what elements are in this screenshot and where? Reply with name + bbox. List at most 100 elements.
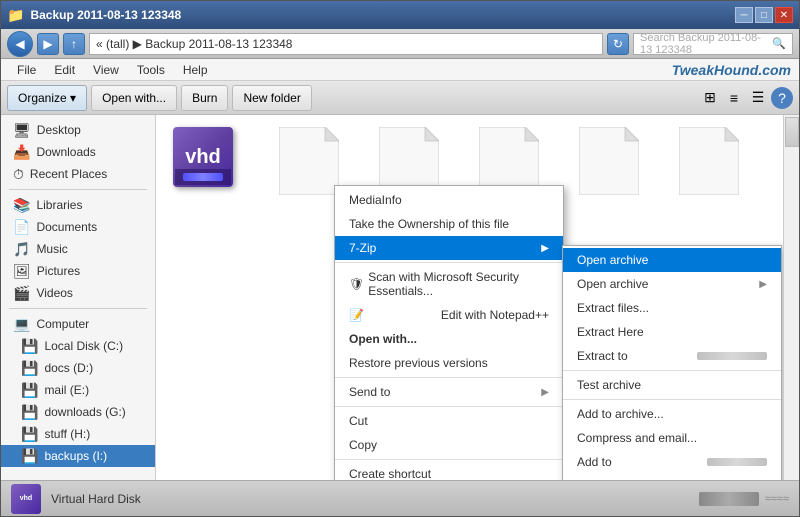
view-tiles-icon[interactable]: ⊞ [699,87,721,109]
menu-file[interactable]: File [9,61,44,79]
new-folder-button[interactable]: New folder [232,85,311,111]
search-box[interactable]: Search Backup 2011-08-13 123348 🔍 [633,33,793,55]
submenu-add-to-archive[interactable]: Add to archive... [563,402,781,426]
computer-section: 💻 Computer 💾 Local Disk (C:) 💾 docs (D:)… [1,313,155,467]
file-icon-svg-6 [679,127,739,195]
submenu-test-archive[interactable]: Test archive [563,373,781,397]
file-view: vhd [156,115,783,480]
desktop-icon: 🖥 [13,122,31,139]
sidebar-item-pictures[interactable]: 🖼 Pictures [1,260,155,282]
menu-help[interactable]: Help [175,61,216,79]
submenu-divider-2 [563,399,781,400]
ctx-openwith[interactable]: Open with... [335,327,563,351]
burn-button[interactable]: Burn [181,85,228,111]
context-menu: MediaInfo Take the Ownership of this fil… [334,185,564,480]
file-icon-svg-2 [279,127,339,195]
sidebar-label-downloads-g: downloads (G:) [44,405,125,419]
minimize-button[interactable]: ─ [735,7,753,23]
sidebar-item-videos[interactable]: 🎬 Videos [1,282,155,304]
submenu-open-archive-2[interactable]: Open archive ▶ [563,272,781,296]
view-details-icon[interactable]: ☰ [747,87,769,109]
sidebar-item-downloads-g[interactable]: 💾 downloads (G:) [1,401,155,423]
toolbar: Organize ▾ Open with... Burn New folder … [1,81,799,115]
maximize-button[interactable]: □ [755,7,773,23]
backups-icon: 💾 [21,448,38,465]
sidebar-item-computer[interactable]: 💻 Computer [1,313,155,335]
sidebar-item-stuff[interactable]: 💾 stuff (H:) [1,423,155,445]
search-icon: 🔍 [772,37,786,50]
submenu-extract-to[interactable]: Extract to [563,344,781,368]
forward-button[interactable]: ▶ [37,33,59,55]
scrollbar-thumb[interactable] [785,117,799,147]
submenu-open-archive-1[interactable]: Open archive [563,248,781,272]
mail-disk-icon: 💾 [21,382,38,399]
generic-file-6 [679,127,739,195]
submenu-extract-here[interactable]: Extract Here [563,320,781,344]
branding-text: TweakHound.com [672,62,791,78]
sidebar-label-local-disk: Local Disk (C:) [44,339,123,353]
ctx-restore[interactable]: Restore previous versions [335,351,563,375]
submenu-extract-to-blurred [697,352,767,360]
sidebar-item-documents[interactable]: 📄 Documents [1,216,155,238]
vhd-text: vhd [185,146,221,169]
ctx-scan-label: Scan with Microsoft Security Essentials.… [368,270,549,298]
sidebar-item-local-disk[interactable]: 💾 Local Disk (C:) [1,335,155,357]
ctx-7zip[interactable]: 7-Zip ▶ [335,236,563,260]
ctx-mediainfo[interactable]: MediaInfo [335,188,563,212]
back-button[interactable]: ◀ [7,31,33,57]
ctx-copy-label: Copy [349,438,377,452]
address-path[interactable]: « (tall) ▶ Backup 2011-08-13 123348 [89,33,603,55]
sidebar-item-desktop[interactable]: 🖥 Desktop [1,119,155,141]
downloads-g-icon: 💾 [21,404,38,421]
submenu-divider-1 [563,370,781,371]
up-button[interactable]: ↑ [63,33,85,55]
submenu-extract-to-label: Extract to [577,349,628,363]
status-bar: vhd Virtual Hard Disk ≈≈≈≈ [1,480,799,516]
ctx-ownership[interactable]: Take the Ownership of this file [335,212,563,236]
sidebar-label-documents: Documents [36,220,97,234]
submenu-compress-email[interactable]: Compress and email... [563,426,781,450]
submenu-extract-files-label: Extract files... [577,301,649,315]
ctx-cut[interactable]: Cut [335,409,563,433]
submenu-open-archive-1-label: Open archive [577,253,648,267]
vhd-file-item[interactable]: vhd [164,123,254,203]
title-bar: 📁 Backup 2011-08-13 123348 ─ □ ✕ [1,1,799,29]
sidebar-item-backups[interactable]: 💾 backups (I:) [1,445,155,467]
submenu-add-to-blurred[interactable]: Add to [563,450,781,474]
sidebar-item-recent[interactable]: ⏱ Recent Places [1,163,155,185]
submenu-7zip: Open archive Open archive ▶ Extract file… [562,245,782,480]
music-icon: 🎵 [13,241,30,258]
sidebar-label-libraries: Libraries [36,198,82,212]
sidebar-label-desktop: Desktop [37,123,81,137]
close-button[interactable]: ✕ [775,7,793,23]
ctx-copy[interactable]: Copy [335,433,563,457]
vhd-icon: vhd [173,127,245,199]
organize-button[interactable]: Organize ▾ [7,85,87,111]
submenu-extract-here-label: Extract Here [577,325,644,339]
submenu-compress-to-blurred[interactable]: Compress to [563,474,781,480]
submenu-add-to-archive-label: Add to archive... [577,407,664,421]
ctx-sendto[interactable]: Send to ▶ [335,380,563,404]
submenu-extract-files[interactable]: Extract files... [563,296,781,320]
sidebar-item-mail[interactable]: 💾 mail (E:) [1,379,155,401]
open-with-button[interactable]: Open with... [91,85,177,111]
ctx-7zip-arrow: ▶ [541,243,549,254]
scrollbar-track[interactable] [783,115,799,480]
ctx-scan[interactable]: 🛡 Scan with Microsoft Security Essential… [335,265,563,303]
vhd-thumbnail: vhd [11,484,41,514]
refresh-button[interactable]: ↻ [607,33,629,55]
view-list-icon[interactable]: ≡ [723,87,745,109]
ctx-create-shortcut[interactable]: Create shortcut [335,462,563,480]
sidebar-item-libraries[interactable]: 📚 Libraries [1,194,155,216]
file-item-5[interactable] [564,123,654,203]
sidebar-item-docs[interactable]: 💾 docs (D:) [1,357,155,379]
ctx-notepad[interactable]: 📝 Edit with Notepad++ [335,303,563,327]
sidebar-item-music[interactable]: 🎵 Music [1,238,155,260]
menu-view[interactable]: View [85,61,127,79]
help-icon[interactable]: ? [771,87,793,109]
submenu-add-to-blur-graphic [707,458,767,466]
file-item-6[interactable] [664,123,754,203]
sidebar-item-downloads[interactable]: 📥 Downloads [1,141,155,163]
menu-edit[interactable]: Edit [46,61,83,79]
menu-tools[interactable]: Tools [129,61,173,79]
